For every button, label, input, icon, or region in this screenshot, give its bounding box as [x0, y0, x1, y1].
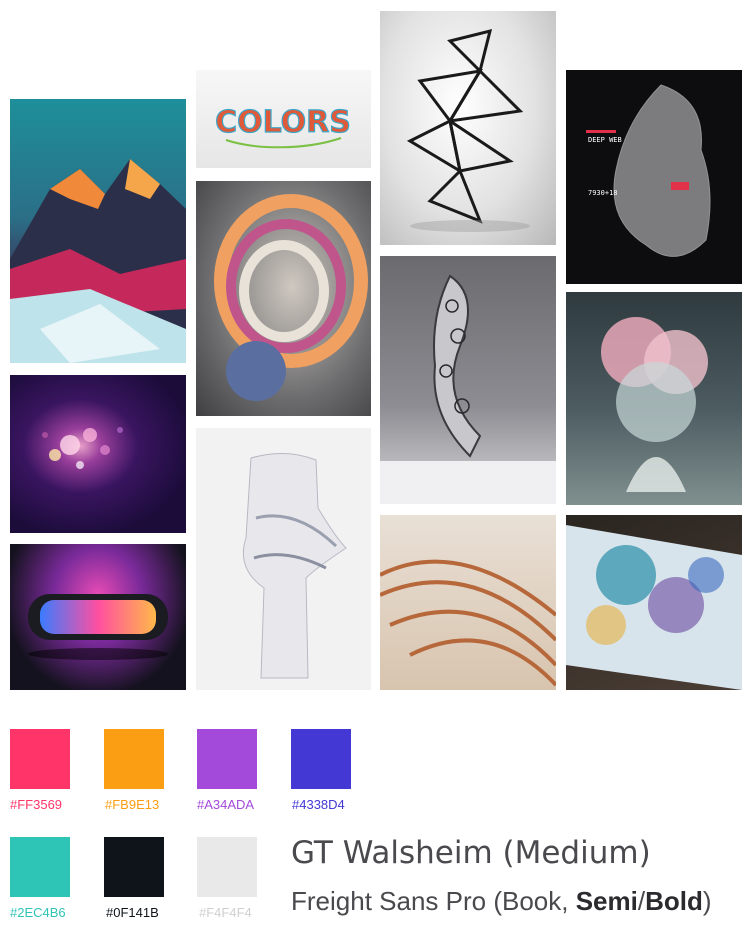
swatch-black-label: #0F141B	[106, 905, 159, 920]
swatch-light-gray-label: #F4F4F4	[199, 905, 252, 920]
swirl-sculpture-photo	[196, 181, 371, 416]
secondary-font-sample: Freight Sans Pro (Book, Semi/Bold)	[291, 886, 712, 917]
svg-text:COLORS: COLORS	[215, 105, 351, 140]
mesh-poster-code: 7930+18	[588, 189, 618, 197]
swatch-pink	[10, 729, 70, 789]
swatch-indigo-label: #4338D4	[292, 797, 345, 812]
mesh-poster-photo: DEEP WEB 7930+18	[566, 70, 742, 284]
swatch-black	[104, 837, 164, 897]
secondary-font-separator: /	[637, 886, 646, 916]
swatch-purple	[197, 729, 257, 789]
swatch-orange-label: #FB9E13	[105, 797, 160, 812]
secondary-font-semi: Semi	[575, 886, 638, 916]
swatch-teal	[10, 837, 70, 897]
swatch-indigo	[291, 729, 351, 789]
secondary-font-prefix: Freight Sans Pro (Book,	[291, 886, 576, 916]
swatch-pink-label: #FF3569	[10, 797, 63, 812]
ink-table-photo	[566, 515, 742, 690]
secondary-font-bold: Bold	[645, 886, 703, 916]
secondary-font-suffix: )	[702, 886, 712, 916]
swatch-orange	[104, 729, 164, 789]
swatch-purple-label: #A34ADA	[197, 797, 255, 812]
particles-photo	[10, 375, 186, 533]
vase-sculpture-photo	[196, 428, 371, 690]
mountains-photo	[10, 99, 186, 363]
voronoi-sculpture-photo	[380, 256, 556, 504]
swatch-teal-label: #2EC4B6	[10, 905, 66, 920]
speaker-photo	[10, 544, 186, 690]
triangle-frame-photo	[380, 11, 556, 245]
mesh-poster-heading: DEEP WEB	[588, 136, 622, 144]
smoke-cloud-photo	[566, 292, 742, 505]
swatch-light-gray	[197, 837, 257, 897]
primary-font-sample: GT Walsheim (Medium)	[291, 835, 651, 871]
colors-typography-photo: COLORS	[196, 70, 371, 168]
wood-bent-photo	[380, 515, 556, 690]
